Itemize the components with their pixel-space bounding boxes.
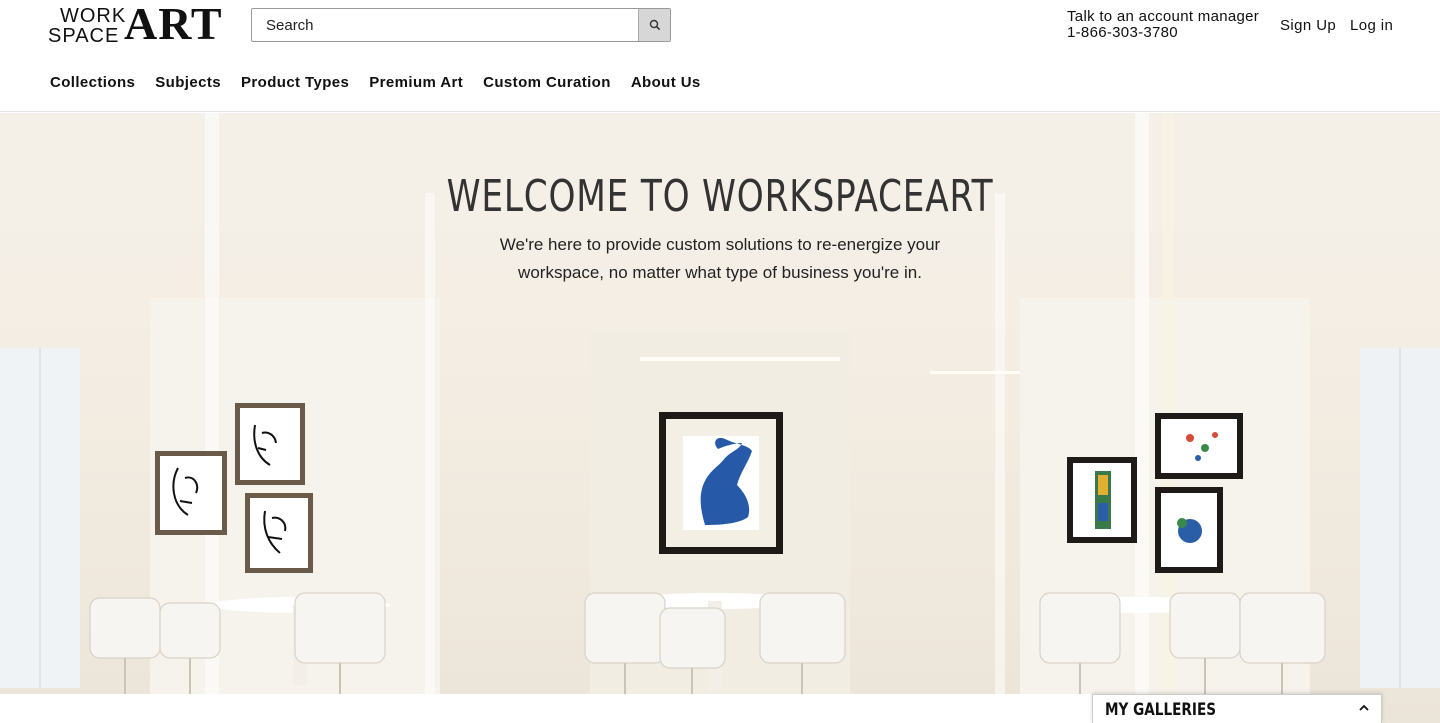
hero-subtitle-line-2: workspace, no matter what type of busine… <box>518 263 922 282</box>
nav-product-types[interactable]: Product Types <box>241 74 349 91</box>
nav-custom-curation[interactable]: Custom Curation <box>483 74 611 91</box>
search-bar <box>251 8 671 42</box>
chevron-up-icon[interactable] <box>1357 701 1371 715</box>
site-header: WORK SPACE ART Talk to an account manage… <box>0 0 1440 112</box>
account-manager-phone[interactable]: 1-866-303-3780 <box>1067 25 1259 41</box>
account-manager-label: Talk to an account manager <box>1067 8 1260 25</box>
logo-space: SPACE <box>48 25 120 47</box>
hero-title: WELCOME TO WORKSPACEART <box>446 171 994 222</box>
my-galleries-panel[interactable]: MY GALLERIES <box>1092 694 1382 723</box>
logo-work: WORK <box>60 5 127 27</box>
logo-art: ART <box>124 0 223 49</box>
my-galleries-label: MY GALLERIES <box>1105 700 1217 720</box>
hero-subtitle-line-1: We're here to provide custom solutions t… <box>499 235 941 254</box>
search-button[interactable] <box>638 9 670 41</box>
search-icon <box>649 19 660 31</box>
hero-subtitle: We're here to provide custom solutions t… <box>470 231 970 287</box>
nav-premium-art[interactable]: Premium Art <box>369 74 463 91</box>
log-in-link[interactable]: Log in <box>1350 17 1393 34</box>
account-manager-contact: Talk to an account manager 1-866-303-378… <box>1067 9 1259 41</box>
sign-up-link[interactable]: Sign Up <box>1280 17 1336 34</box>
bottom-bar <box>0 694 1092 723</box>
nav-about-us[interactable]: About Us <box>631 74 701 91</box>
nav-subjects[interactable]: Subjects <box>155 74 221 91</box>
logo[interactable]: WORK SPACE ART <box>48 0 233 49</box>
hero-banner: WELCOME TO WORKSPACEART We're here to pr… <box>0 113 1440 723</box>
nav-collections[interactable]: Collections <box>50 74 135 91</box>
search-input[interactable] <box>252 9 638 41</box>
main-nav: Collections Subjects Product Types Premi… <box>50 74 721 91</box>
